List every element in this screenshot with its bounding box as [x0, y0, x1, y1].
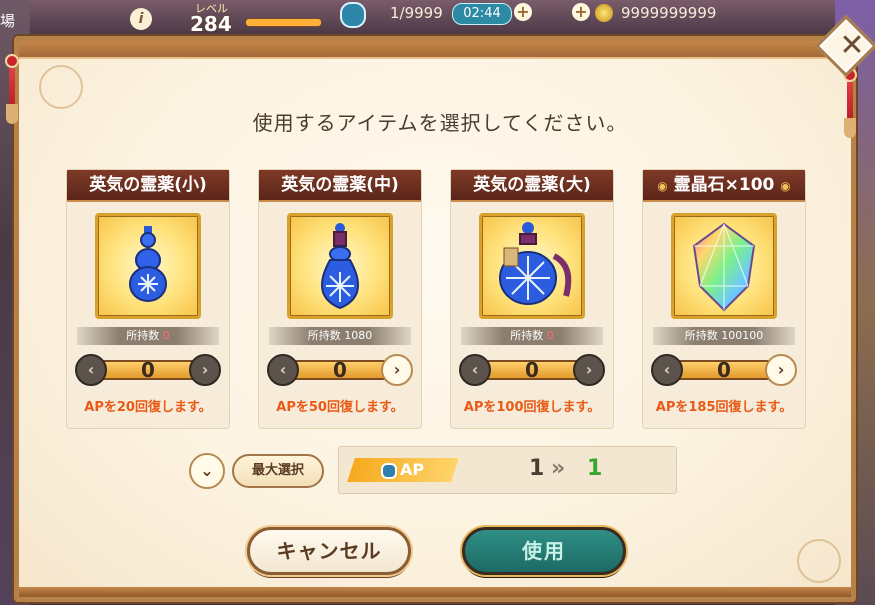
item-select-dialog: 使用するアイテムを選択してください。 英気の霊薬(小) 所持数 0 0 ‹ › … — [14, 36, 856, 602]
crystal-icon — [671, 213, 777, 319]
add-coin-button[interactable]: + — [572, 3, 590, 21]
quantity-stepper: 0 ‹ › — [267, 354, 413, 386]
add-ap-button[interactable]: + — [514, 3, 532, 21]
dialog-prompt: 使用するアイテムを選択してください。 — [252, 111, 628, 135]
swirl-ornament-icon: ◉ — [657, 179, 668, 193]
ap-after: 1 — [587, 456, 603, 481]
recover-text: APを50回復します。 — [276, 400, 404, 415]
cancel-button[interactable]: キャンセル — [247, 527, 411, 575]
owned-count: 所持数 1080 — [269, 327, 411, 345]
recover-text: APを100回復します。 — [463, 400, 601, 415]
item-name: ◉ 霊晶石×100 ◉ — [643, 170, 805, 202]
corner-ornament — [797, 539, 841, 583]
decrease-button[interactable]: ‹ — [459, 354, 491, 386]
item-card-small[interactable]: 英気の霊薬(小) 所持数 0 0 ‹ › APを20回復します。 — [66, 169, 230, 429]
level-value: 284 — [190, 12, 232, 36]
recover-text: APを20回復します。 — [84, 400, 212, 415]
owned-value: 0 — [162, 329, 170, 342]
max-select-button[interactable]: 最大選択 — [232, 454, 324, 488]
hud-location-text: 場 — [0, 12, 16, 30]
owned-count: 所持数 0 — [77, 327, 219, 345]
coin-counter: 9999999999 — [621, 4, 717, 22]
quantity-stepper: 0 ‹ › — [459, 354, 605, 386]
ap-counter: 1/9999 — [390, 4, 443, 22]
dialog-top-border — [19, 41, 851, 59]
ap-drop-icon — [340, 2, 366, 28]
increase-button[interactable]: › — [381, 354, 413, 386]
owned-count: 所持数 0 — [461, 327, 603, 345]
info-icon[interactable]: i — [130, 8, 152, 30]
item-name: 英気の霊薬(大) — [451, 170, 613, 202]
recover-text: APを185回復します。 — [655, 400, 793, 415]
owned-count: 所持数 100100 — [653, 327, 795, 345]
item-card-crystal[interactable]: ◉ 霊晶石×100 ◉ 所持数 100100 0 ‹ › APを185回復します… — [642, 169, 806, 429]
close-icon[interactable]: ✕ — [832, 26, 872, 66]
medium-potion-icon — [287, 213, 393, 319]
increase-button[interactable]: › — [573, 354, 605, 386]
ap-timer: 02:44 — [452, 3, 512, 25]
double-arrow-icon: » — [551, 456, 566, 481]
increase-button[interactable]: › — [189, 354, 221, 386]
decrease-button[interactable]: ‹ — [267, 354, 299, 386]
ap-tag: AP — [347, 458, 459, 482]
large-potion-icon — [479, 213, 585, 319]
owned-value: 0 — [546, 329, 554, 342]
quantity-stepper: 0 ‹ › — [651, 354, 797, 386]
item-name: 英気の霊薬(小) — [67, 170, 229, 202]
item-card-medium[interactable]: 英気の霊薬(中) 所持数 1080 0 ‹ › APを50回復します。 — [258, 169, 422, 429]
ap-current: 1 — [529, 456, 545, 481]
right-tassel — [842, 68, 858, 138]
item-card-large[interactable]: 英気の霊薬(大) 所持数 0 0 ‹ › APを100回復します。 — [450, 169, 614, 429]
item-name: 英気の霊薬(中) — [259, 170, 421, 202]
use-button[interactable]: 使用 — [462, 527, 626, 575]
owned-value: 1080 — [344, 329, 373, 342]
swirl-ornament-icon: ◉ — [780, 179, 791, 193]
decrease-button[interactable]: ‹ — [75, 354, 107, 386]
owned-value: 100100 — [721, 329, 764, 342]
decrease-button[interactable]: ‹ — [651, 354, 683, 386]
ap-drop-icon — [381, 462, 398, 479]
quantity-stepper: 0 ‹ › — [75, 354, 221, 386]
left-tassel — [4, 54, 20, 124]
increase-button[interactable]: › — [765, 354, 797, 386]
chevron-down-icon[interactable]: ⌄ — [189, 453, 225, 489]
dialog-bottom-border — [19, 587, 851, 597]
corner-ornament — [39, 65, 83, 109]
small-potion-icon — [95, 213, 201, 319]
ap-preview: AP 1 » 1 — [338, 446, 677, 494]
coin-icon — [595, 4, 613, 22]
exp-bar — [245, 18, 322, 27]
